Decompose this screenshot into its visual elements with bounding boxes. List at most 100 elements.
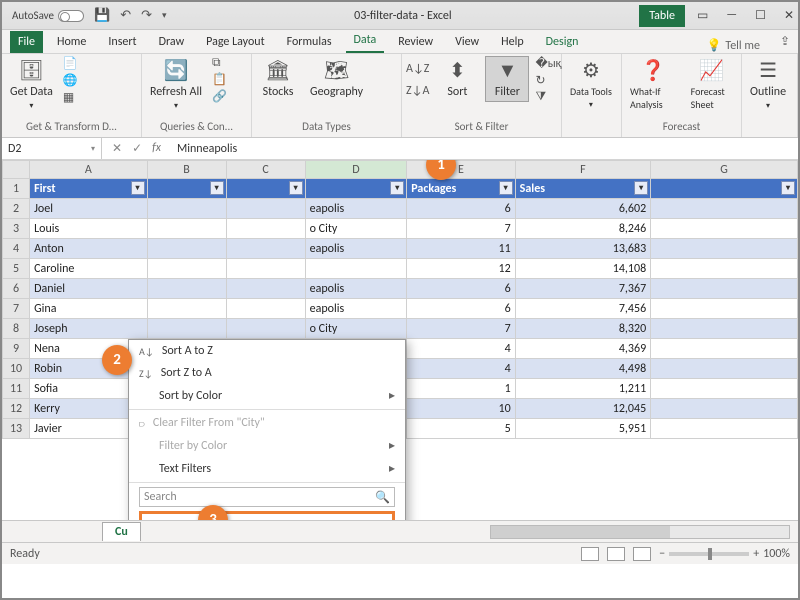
col-header-F[interactable]: F (515, 161, 651, 179)
row-header[interactable]: 6 (3, 279, 30, 299)
cell[interactable]: 7,456 (515, 299, 651, 319)
table-header[interactable]: ▾ (147, 179, 226, 199)
cell[interactable] (226, 319, 305, 339)
cell[interactable]: 4,369 (515, 339, 651, 359)
cell[interactable] (147, 239, 226, 259)
cell[interactable] (651, 299, 798, 319)
col-header-B[interactable]: B (147, 161, 226, 179)
cell[interactable]: 14,108 (515, 259, 651, 279)
cell[interactable] (226, 219, 305, 239)
get-data-button[interactable]: 🗄Get Data▾ (6, 56, 57, 113)
row-header[interactable]: 1 (3, 179, 30, 199)
cell[interactable] (147, 299, 226, 319)
cell[interactable]: 12 (407, 259, 515, 279)
cell[interactable]: Gina (30, 299, 147, 319)
from-text-icon[interactable]: 📄 (63, 56, 78, 71)
row-header[interactable]: 13 (3, 419, 30, 439)
horizontal-scrollbar[interactable] (490, 525, 790, 539)
share-button[interactable]: ⇪ (772, 30, 798, 53)
col-header-A[interactable]: A (30, 161, 147, 179)
col-header-E[interactable]: E (407, 161, 515, 179)
from-table-icon[interactable]: ▦ (63, 90, 78, 105)
maximize-icon[interactable]: ☐ (755, 8, 766, 23)
cell[interactable]: 12,045 (515, 399, 651, 419)
cell[interactable]: Caroline (30, 259, 147, 279)
cell[interactable] (651, 259, 798, 279)
filter-by-color[interactable]: Filter by Color▸ (129, 434, 405, 457)
geography-button[interactable]: 🗺Geography (306, 56, 367, 101)
cell[interactable]: 5 (407, 419, 515, 439)
page-layout-view-icon[interactable] (607, 547, 625, 561)
cell[interactable]: 13,683 (515, 239, 651, 259)
text-filters[interactable]: Text Filters▸ (129, 457, 405, 480)
undo-icon[interactable]: ↶ (120, 8, 131, 23)
filter-arrow-icon[interactable]: ▾ (210, 181, 224, 195)
tab-insert[interactable]: Insert (100, 31, 144, 53)
tab-formulas[interactable]: Formulas (279, 31, 340, 53)
table-header[interactable]: ▾ (651, 179, 798, 199)
cell[interactable] (147, 319, 226, 339)
advanced-icon[interactable]: ⧩ (535, 90, 561, 104)
cell[interactable]: Joel (30, 199, 147, 219)
name-box[interactable]: D2▾ (2, 138, 102, 159)
fx-icon[interactable]: fx (152, 141, 161, 156)
cell[interactable]: 7 (407, 219, 515, 239)
tab-data[interactable]: Data (346, 29, 385, 53)
cell[interactable] (147, 259, 226, 279)
cell[interactable]: Joseph (30, 319, 147, 339)
cell[interactable]: o City (305, 319, 407, 339)
filter-arrow-icon[interactable]: ▾ (781, 181, 795, 195)
queries-icon[interactable]: ⧉ (212, 56, 227, 70)
cell[interactable] (226, 239, 305, 259)
row-header[interactable]: 8 (3, 319, 30, 339)
cell[interactable]: 4,498 (515, 359, 651, 379)
row-header[interactable]: 2 (3, 199, 30, 219)
cancel-formula-icon[interactable]: ✕ (112, 141, 122, 156)
tab-home[interactable]: Home (49, 31, 94, 53)
cell[interactable]: 4 (407, 359, 515, 379)
sort-by-color[interactable]: Sort by Color▸ (129, 384, 405, 407)
cell[interactable]: 5,951 (515, 419, 651, 439)
col-header-D[interactable]: D (305, 161, 407, 179)
tab-review[interactable]: Review (390, 31, 441, 53)
enter-formula-icon[interactable]: ✓ (132, 141, 142, 156)
cell[interactable] (651, 319, 798, 339)
tab-file[interactable]: File (10, 31, 43, 53)
cell[interactable] (147, 279, 226, 299)
tab-view[interactable]: View (447, 31, 487, 53)
filter-check-item[interactable]: (Select All) (148, 518, 386, 520)
cell[interactable] (651, 279, 798, 299)
cell[interactable] (226, 279, 305, 299)
zoom-slider[interactable] (669, 552, 749, 556)
table-header-F[interactable]: Sales▾ (515, 179, 651, 199)
col-header-C[interactable]: C (226, 161, 305, 179)
row-header[interactable]: 12 (3, 399, 30, 419)
tab-draw[interactable]: Draw (151, 31, 193, 53)
zoom-level[interactable]: 100% (763, 547, 790, 561)
tab-page-layout[interactable]: Page Layout (198, 31, 272, 53)
zoom-in-icon[interactable]: + (753, 547, 759, 561)
cell[interactable] (651, 339, 798, 359)
cell[interactable]: 8,320 (515, 319, 651, 339)
col-header-G[interactable]: G (651, 161, 798, 179)
filter-arrow-icon[interactable]: ▾ (289, 181, 303, 195)
table-header[interactable]: ▾ (226, 179, 305, 199)
from-web-icon[interactable]: 🌐 (63, 73, 78, 88)
tab-design[interactable]: Design (538, 31, 587, 53)
table-header-D[interactable]: ▾ (305, 179, 407, 199)
cell[interactable]: Louis (30, 219, 147, 239)
cell[interactable]: 11 (407, 239, 515, 259)
properties-icon[interactable]: 📋 (212, 72, 227, 87)
cell[interactable]: 1 (407, 379, 515, 399)
filter-arrow-icon[interactable]: ▾ (390, 181, 404, 195)
cell[interactable]: 6 (407, 299, 515, 319)
forecast-sheet-button[interactable]: 📈Forecast Sheet (687, 56, 737, 113)
reapply-icon[interactable]: ↻ (535, 73, 561, 88)
filter-checkbox[interactable] (148, 520, 161, 521)
cell[interactable] (226, 199, 305, 219)
stocks-button[interactable]: 🏛Stocks (256, 56, 300, 101)
cell[interactable]: 10 (407, 399, 515, 419)
autosave-toggle[interactable] (58, 10, 84, 22)
cell[interactable] (651, 379, 798, 399)
cell[interactable]: 6,602 (515, 199, 651, 219)
